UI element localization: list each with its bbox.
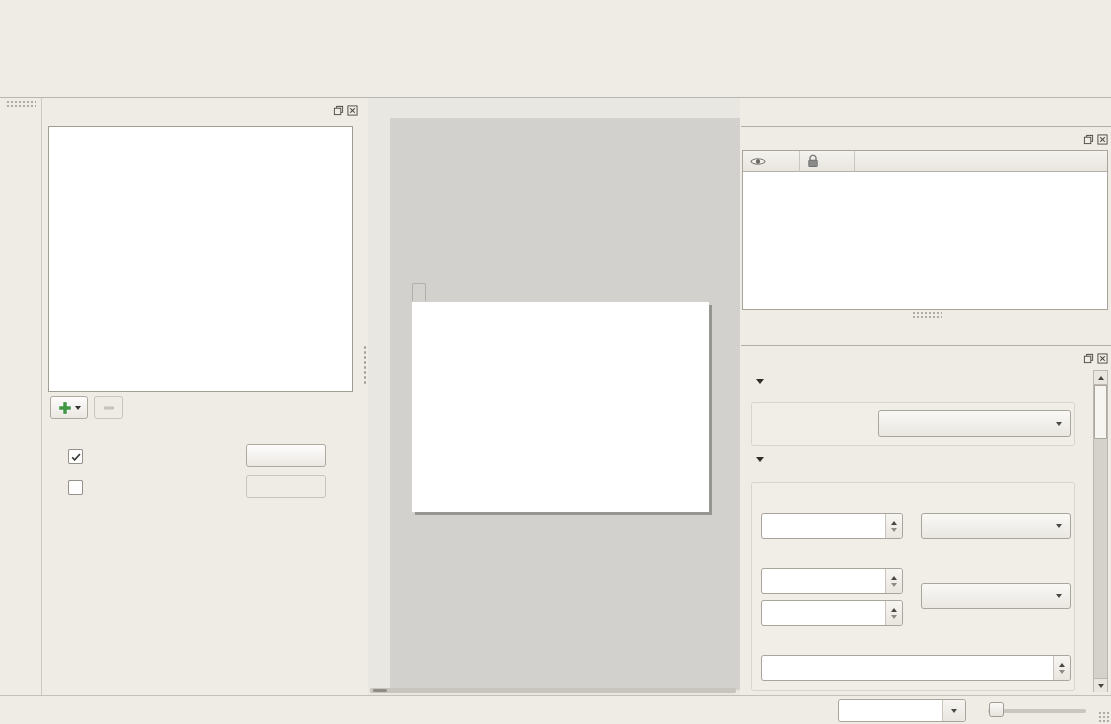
layout-panel-float-button[interactable] [1082, 352, 1094, 364]
top-tabline [741, 126, 1111, 127]
grid-offset-x-spinbox[interactable] [761, 568, 903, 594]
collapse-triangle-icon [756, 457, 764, 462]
spinner-arrows-icon[interactable] [885, 514, 902, 538]
eye-icon [750, 156, 766, 167]
report-organizer-close-button[interactable] [346, 104, 358, 116]
report-header-section-label [412, 283, 426, 301]
grid-offset-unit-combobox[interactable] [921, 583, 1071, 609]
items-panel-close-button[interactable] [1096, 133, 1108, 145]
include-report-footer-checkbox[interactable] [68, 480, 83, 495]
report-organizer-tree[interactable] [48, 126, 353, 392]
toolbox-divider [41, 98, 42, 724]
close-icon [1097, 353, 1108, 364]
zoom-combo-arrow-button[interactable] [942, 700, 965, 721]
close-icon [347, 105, 358, 116]
report-organizer-float-button[interactable] [332, 104, 344, 116]
layout-panel-close-button[interactable] [1096, 352, 1108, 364]
visibility-column-header [743, 151, 800, 172]
add-plus-icon [57, 400, 73, 416]
check-icon [70, 451, 82, 463]
collapse-triangle-icon [756, 379, 764, 384]
remove-minus-icon [101, 400, 117, 416]
horizontal-scrollbar[interactable] [370, 688, 736, 693]
close-icon [1097, 134, 1108, 145]
guides-and-grid-section[interactable] [756, 457, 772, 462]
dock-splitter-handle[interactable] [912, 311, 942, 318]
bottom-tabline [741, 345, 1111, 346]
chevron-down-icon [1056, 524, 1062, 528]
vertical-ruler[interactable] [368, 118, 390, 690]
grid-spacing-spinbox[interactable] [761, 513, 903, 539]
layout-canvas-area [368, 98, 740, 695]
qgis-report-designer-window: { "menubar": { "items": [ {"label": "Lay… [0, 0, 1111, 724]
chevron-down-icon [951, 709, 957, 713]
menubar [0, 0, 1111, 23]
items-panel-float-button[interactable] [1082, 133, 1094, 145]
grid-spacing-unit-combobox[interactable] [921, 513, 1071, 539]
scrollbar-thumb[interactable] [373, 689, 387, 692]
float-icon [1083, 353, 1094, 364]
canvas-viewport[interactable] [390, 118, 740, 690]
edit-footer-button [246, 475, 326, 498]
splitter-handle-icon [363, 345, 367, 385]
chevron-down-icon [1056, 422, 1062, 426]
float-icon [1083, 134, 1094, 145]
scroll-up-button[interactable] [1094, 371, 1107, 385]
lock-icon [807, 154, 819, 168]
spinner-arrows-icon[interactable] [885, 569, 902, 593]
add-section-button[interactable] [50, 396, 88, 419]
zoom-slider-handle[interactable] [989, 702, 1004, 717]
include-report-header-checkbox[interactable] [68, 449, 83, 464]
reference-map-combobox[interactable] [878, 410, 1071, 437]
window-resize-grip[interactable] [1098, 711, 1110, 723]
spinner-arrows-icon[interactable] [1053, 656, 1070, 680]
edit-header-button[interactable] [246, 444, 326, 467]
zoom-level-combobox[interactable] [838, 699, 966, 722]
item-column-header [855, 151, 1107, 172]
statusbar [0, 695, 1111, 724]
items-table [742, 150, 1108, 310]
chevron-down-icon [1056, 594, 1062, 598]
grid-offset-y-spinbox[interactable] [761, 600, 903, 626]
toolbox-drag-handle[interactable] [6, 100, 36, 107]
report-page[interactable] [412, 302, 709, 512]
arrow-up-icon [1098, 376, 1104, 380]
snap-tolerance-spinbox[interactable] [761, 655, 1071, 681]
dropdown-arrow-icon [75, 406, 81, 410]
lock-column-header [800, 151, 855, 172]
spinner-arrows-icon[interactable] [885, 601, 902, 625]
general-settings-section[interactable] [756, 379, 772, 384]
scroll-down-button[interactable] [1094, 678, 1107, 692]
vertical-scrollbar[interactable] [1093, 370, 1108, 692]
float-icon [333, 105, 344, 116]
scrollbar-thumb[interactable] [1094, 385, 1107, 439]
arrow-down-icon [1098, 684, 1104, 688]
horizontal-ruler[interactable] [390, 100, 740, 118]
remove-section-button [94, 396, 123, 419]
